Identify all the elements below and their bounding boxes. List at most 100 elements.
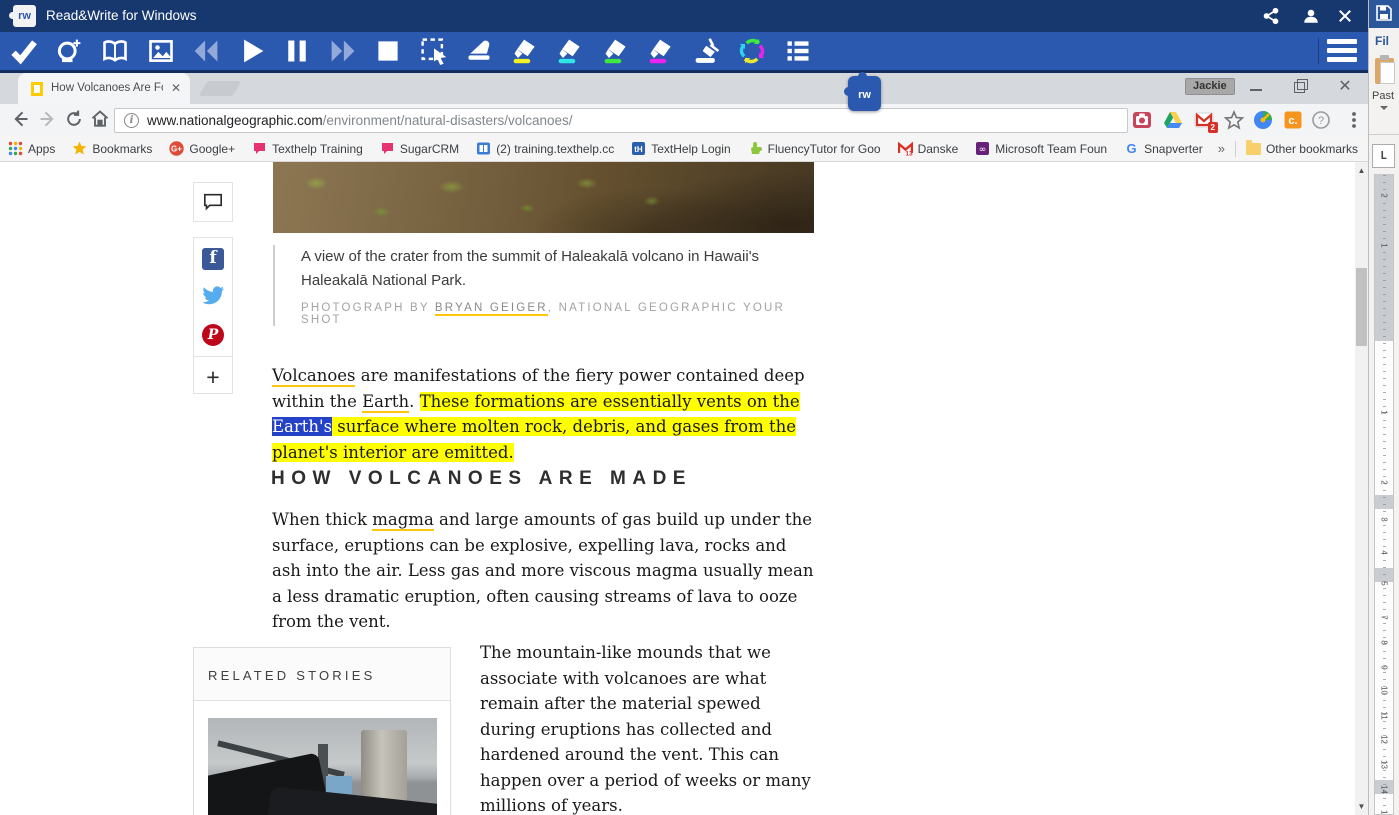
snapverter-extension-icon[interactable] [1132, 110, 1152, 130]
scrollbar-thumb[interactable] [1356, 268, 1367, 346]
fluencytutor-extension-icon[interactable] [1253, 110, 1273, 130]
play-icon[interactable] [234, 37, 270, 67]
scroll-up-icon[interactable]: ▲ [1355, 164, 1368, 177]
profile-badge[interactable]: Jackie [1185, 78, 1235, 95]
stop-icon[interactable] [370, 37, 406, 67]
tab-close-icon[interactable]: ✕ [170, 82, 182, 94]
scroll-down-icon[interactable]: ▼ [1355, 800, 1368, 813]
bookmark-texthelp-training[interactable]: Texthelp Training [252, 141, 363, 156]
clear-highlights-icon[interactable] [689, 37, 725, 67]
bookmark-training-texthelp[interactable]: (2) training.texthelp.cc [476, 141, 614, 156]
bookmark-sugarcrm[interactable]: SugarCRM [380, 141, 459, 156]
related-stories-box: RELATED STORIES [193, 647, 451, 815]
bookmark-star-icon[interactable] [1224, 110, 1244, 130]
bookmarks-overflow-icon[interactable]: » [1218, 141, 1225, 156]
twitter-button[interactable] [194, 286, 232, 312]
word-file-tab[interactable]: Fil [1369, 28, 1399, 54]
other-bookmarks[interactable]: Other bookmarks [1246, 142, 1358, 156]
ruler-number: 10 [1380, 685, 1389, 697]
ruler-number: 5 [1380, 578, 1389, 590]
help-icon[interactable]: ? [1311, 110, 1331, 130]
ruler-number: 2 [1380, 190, 1389, 202]
highlighter-pink-icon[interactable] [643, 37, 679, 67]
text-link[interactable]: Earth [362, 392, 409, 413]
svg-text:G: G [1127, 141, 1137, 156]
gmail-extension-icon[interactable]: 2 [1194, 110, 1214, 130]
facebook-button[interactable]: f [194, 248, 232, 274]
address-bar[interactable]: i www.nationalgeographic.com/environment… [114, 108, 1128, 133]
claro-extension-icon[interactable]: c. [1283, 110, 1303, 130]
danske-icon: 13 [898, 141, 913, 156]
prediction-orb-icon[interactable] [51, 37, 87, 67]
back-icon[interactable] [10, 109, 34, 131]
url-path: /environment/natural-disasters/volcanoes… [323, 113, 573, 128]
ruler-number: 2 [1380, 477, 1389, 489]
rw-menu-icon[interactable] [1327, 39, 1357, 63]
pinterest-button[interactable]: P [194, 324, 232, 350]
building-shape [326, 776, 352, 794]
share-icon[interactable] [1262, 7, 1282, 25]
dictionary-book-icon[interactable] [97, 37, 133, 67]
photo-credit: PHOTOGRAPH BY BRYAN GEIGER, NATIONAL GEO… [301, 302, 814, 326]
natgeo-favicon [31, 82, 43, 96]
scan-icon[interactable] [461, 37, 497, 67]
close-icon[interactable] [1336, 7, 1356, 25]
collect-highlights-icon[interactable] [734, 37, 770, 67]
fast-forward-icon[interactable] [325, 37, 361, 67]
ruler-number: 4 [1380, 547, 1389, 559]
section-heading: HOW VOLCANOES ARE MADE [271, 468, 692, 490]
apps-grid-icon [8, 141, 23, 156]
home-icon[interactable] [90, 109, 114, 131]
related-story-image[interactable] [208, 718, 437, 815]
rewind-icon[interactable] [188, 37, 224, 67]
paste-button[interactable]: Past [1371, 56, 1399, 130]
reload-icon[interactable] [64, 109, 88, 131]
text-link[interactable]: Volcanoes [272, 366, 355, 387]
bookmark-texthelp-login[interactable]: tH TextHelp Login [631, 141, 730, 156]
page-scrollbar[interactable]: ▲ ▼ [1355, 162, 1368, 815]
tab-stop-selector[interactable]: L [1372, 144, 1395, 168]
rw-extension-badge[interactable]: rw [848, 76, 881, 111]
related-stories-title: RELATED STORIES [194, 648, 450, 683]
comments-button[interactable] [193, 182, 233, 222]
highlighter-yellow-icon[interactable] [507, 37, 543, 67]
highlighter-green-icon[interactable] [598, 37, 634, 67]
user-icon[interactable] [1302, 7, 1322, 25]
bookmark-googleplus[interactable]: G+ Google+ [169, 141, 235, 156]
svg-text:tH: tH [635, 145, 644, 154]
bookmark-apps[interactable]: Apps [8, 141, 55, 156]
page-info-icon[interactable]: i [124, 113, 139, 128]
more-share-button[interactable]: + [194, 362, 232, 392]
rw-titlebar: rw Read&Write for Windows [0, 0, 1368, 32]
screenshot-reader-icon[interactable] [416, 37, 452, 67]
bookmark-ms-team-foundation[interactable]: ∞ Microsoft Team Foun [975, 141, 1107, 156]
restore-button[interactable] [1284, 73, 1318, 101]
picture-dictionary-icon[interactable] [143, 37, 179, 67]
forward-icon[interactable] [38, 109, 62, 131]
bookmark-snapverter[interactable]: G Snapverter [1124, 141, 1203, 156]
paste-dropdown-caret[interactable] [1380, 106, 1388, 114]
ruler-number: 15 [1380, 809, 1389, 815]
caption-block: A view of the crater from the summit of … [273, 245, 814, 326]
window-close-button[interactable]: ✕ [1328, 73, 1362, 101]
chrome-menu-icon[interactable] [1344, 110, 1364, 130]
pause-icon[interactable] [279, 37, 315, 67]
minimize-button[interactable] [1240, 73, 1274, 101]
ruler-number: 13 [1380, 759, 1389, 771]
highlighter-cyan-icon[interactable] [552, 37, 588, 67]
bookmark-fluencytutor[interactable]: FluencyTutor for Goo [748, 141, 881, 156]
new-tab-button[interactable] [199, 81, 242, 96]
photographer-link[interactable]: BRYAN GEIGER [435, 302, 548, 316]
vocabulary-list-icon[interactable] [780, 37, 816, 67]
google-drive-extension-icon[interactable] [1163, 110, 1183, 130]
visualstudio-icon: ∞ [975, 141, 990, 156]
bookmark-bookmarks[interactable]: Bookmarks [72, 141, 152, 156]
browser-tab[interactable]: How Volcanoes Are Form ✕ [18, 73, 190, 104]
bookmark-danske[interactable]: 13 Danske [898, 141, 959, 156]
comment-icon [203, 193, 223, 211]
word-window-edge[interactable]: Fil Past L 2112345789101112131415 [1368, 0, 1399, 815]
article-page: f P + A view of the crater from the summ… [0, 162, 1355, 815]
check-icon[interactable] [6, 37, 42, 67]
word-divider [1369, 134, 1399, 135]
text-link[interactable]: magma [372, 510, 434, 531]
